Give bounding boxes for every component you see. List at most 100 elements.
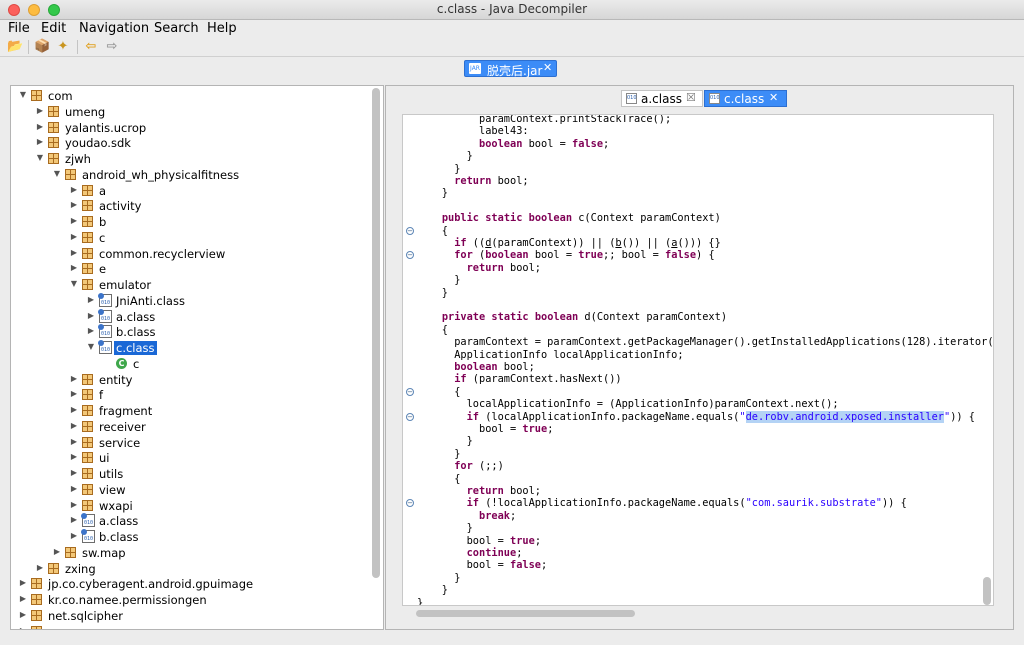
tree-item[interactable]: ▶ 010 a.class bbox=[11, 513, 371, 529]
tree-item[interactable]: ▶ jp.co.cyberagent.android.gpuimage bbox=[11, 576, 371, 592]
fold-toggle-icon[interactable]: − bbox=[406, 251, 414, 260]
menu-edit[interactable]: Edit bbox=[41, 21, 66, 36]
tree-item[interactable]: ▶ service bbox=[11, 435, 371, 451]
expand-arrow-icon[interactable]: ▶ bbox=[69, 500, 79, 510]
expand-arrow-icon[interactable]: ▶ bbox=[69, 200, 79, 210]
tree-item[interactable]: ▶ youdao.sdk bbox=[11, 135, 371, 151]
expand-arrow-icon[interactable]: ▶ bbox=[86, 295, 96, 305]
tree-item-label: zxing bbox=[65, 561, 96, 576]
expand-arrow-icon[interactable]: ▶ bbox=[69, 452, 79, 462]
tree-item[interactable]: ▶ a bbox=[11, 183, 371, 199]
open-type-icon[interactable]: 📦 bbox=[34, 39, 50, 55]
package-tree[interactable]: ▼ com ▶ umeng ▶ yalantis.ucrop ▶ youdao.sdk ▼ zjw… bbox=[10, 85, 384, 630]
expand-arrow-icon[interactable]: ▶ bbox=[18, 578, 28, 588]
open-type-hierarchy-icon[interactable]: ✦ bbox=[55, 39, 71, 55]
package-icon bbox=[82, 373, 93, 385]
tree-item[interactable]: ▶ view bbox=[11, 482, 371, 498]
tree-item[interactable]: ▶ sw.map bbox=[11, 545, 371, 561]
tree-item-label: fragment bbox=[99, 404, 153, 418]
expand-arrow-icon[interactable]: ▶ bbox=[69, 405, 79, 415]
tree-scrollbar[interactable] bbox=[372, 88, 380, 578]
tree-item[interactable]: ▶ kr.co.namee.permissiongen bbox=[11, 592, 371, 608]
expand-arrow-icon[interactable]: ▶ bbox=[18, 594, 28, 604]
forward-icon[interactable]: ⇨ bbox=[104, 39, 120, 55]
menu-navigation[interactable]: Navigation bbox=[79, 21, 149, 36]
tree-item[interactable]: ▶ zxing bbox=[11, 561, 371, 577]
tree-item[interactable]: Cc bbox=[11, 356, 371, 372]
expand-arrow-icon[interactable]: ▶ bbox=[69, 468, 79, 478]
tree-item[interactable]: ▶ 010 JniAnti.class bbox=[11, 292, 371, 309]
fold-toggle-icon[interactable]: − bbox=[406, 499, 414, 508]
expand-arrow-icon[interactable]: ▶ bbox=[69, 248, 79, 258]
expand-arrow-icon[interactable]: ▶ bbox=[86, 311, 96, 321]
expand-arrow-icon[interactable]: ▶ bbox=[69, 232, 79, 242]
tree-item[interactable]: ▼ 010 c.class bbox=[11, 340, 371, 356]
jar-tab[interactable]: JAR 脱壳后.jar ✕ bbox=[464, 60, 557, 78]
expand-arrow-icon[interactable]: ▶ bbox=[52, 547, 62, 557]
collapse-arrow-icon[interactable]: ▼ bbox=[18, 90, 28, 100]
expand-arrow-icon[interactable]: ▶ bbox=[18, 610, 28, 620]
tree-item[interactable]: ▶ net.sqlcipher bbox=[11, 608, 371, 624]
package-icon bbox=[82, 200, 93, 212]
expand-arrow-icon[interactable]: ▶ bbox=[35, 122, 45, 132]
expand-arrow-icon[interactable]: ▶ bbox=[69, 437, 79, 447]
expand-arrow-icon[interactable]: ▶ bbox=[69, 389, 79, 399]
expand-arrow-icon[interactable]: ▶ bbox=[69, 515, 79, 525]
close-icon[interactable]: ✕ bbox=[769, 91, 778, 104]
tree-item[interactable]: ▶ 010 b.class bbox=[11, 529, 371, 545]
expand-arrow-icon[interactable]: ▶ bbox=[69, 185, 79, 195]
tree-item[interactable]: ▶ 010 b.class bbox=[11, 324, 371, 340]
expand-arrow-icon[interactable]: ▶ bbox=[69, 216, 79, 226]
code-vertical-scrollbar[interactable] bbox=[983, 577, 991, 605]
tree-item[interactable]: ▼ emulator bbox=[11, 277, 371, 293]
expand-arrow-icon[interactable]: ▶ bbox=[69, 263, 79, 273]
tab-a-class[interactable]: 010 a.class ☒ bbox=[621, 90, 703, 107]
expand-arrow-icon[interactable]: ▶ bbox=[86, 326, 96, 336]
expand-arrow-icon[interactable]: ▶ bbox=[35, 137, 45, 147]
menu-file[interactable]: File bbox=[8, 21, 30, 36]
tree-item[interactable]: ▶ common.recyclerview bbox=[11, 246, 371, 262]
fold-toggle-icon[interactable]: − bbox=[406, 412, 414, 421]
tree-item[interactable]: ▶ entity bbox=[11, 372, 371, 388]
collapse-arrow-icon[interactable]: ▼ bbox=[52, 169, 62, 179]
menu-search[interactable]: Search bbox=[154, 21, 199, 36]
tree-item[interactable]: ▶ utils bbox=[11, 466, 371, 482]
expand-arrow-icon[interactable]: ▶ bbox=[35, 563, 45, 573]
open-file-icon[interactable]: 📂 bbox=[7, 39, 23, 55]
tree-item[interactable]: ▶ 010 a.class bbox=[11, 308, 371, 325]
tree-item[interactable]: ▶ wxapi bbox=[11, 498, 371, 514]
close-icon[interactable]: ✕ bbox=[543, 61, 552, 74]
expand-arrow-icon[interactable]: ▶ bbox=[18, 626, 28, 630]
tree-item[interactable]: ▶ fragment bbox=[11, 403, 371, 419]
expand-arrow-icon[interactable]: ▶ bbox=[69, 484, 79, 494]
expand-arrow-icon[interactable]: ▶ bbox=[69, 531, 79, 541]
package-icon bbox=[48, 105, 59, 117]
tree-item[interactable]: ▶ activity bbox=[11, 198, 371, 214]
expand-arrow-icon[interactable]: ▶ bbox=[69, 421, 79, 431]
close-icon[interactable]: ☒ bbox=[686, 91, 696, 104]
tree-item[interactable]: ▼ com bbox=[11, 88, 371, 104]
tree-item[interactable]: ▶ ui bbox=[11, 450, 371, 466]
source-code-view[interactable]: paramContext.printStackTrace(); label43:… bbox=[402, 114, 994, 606]
tab-c-class[interactable]: 010 c.class ✕ bbox=[704, 90, 787, 107]
collapse-arrow-icon[interactable]: ▼ bbox=[86, 342, 96, 352]
code-horizontal-scrollbar[interactable] bbox=[416, 610, 635, 617]
tree-item[interactable]: ▶ c bbox=[11, 230, 371, 246]
menu-help[interactable]: Help bbox=[207, 21, 237, 36]
tree-item[interactable]: ▶ yalantis.ucrop bbox=[11, 120, 371, 136]
expand-arrow-icon[interactable]: ▶ bbox=[69, 374, 79, 384]
tree-item[interactable]: ▶ e bbox=[11, 261, 371, 277]
fold-toggle-icon[interactable]: − bbox=[406, 226, 414, 235]
tree-item[interactable]: ▶ receiver bbox=[11, 419, 371, 435]
tree-item[interactable]: ▶ f bbox=[11, 387, 371, 403]
tree-item[interactable]: ▼ zjwh bbox=[11, 151, 371, 167]
collapse-arrow-icon[interactable]: ▼ bbox=[69, 279, 79, 289]
tree-item[interactable]: ▶ umeng bbox=[11, 104, 371, 120]
collapse-arrow-icon[interactable]: ▼ bbox=[35, 153, 45, 163]
expand-arrow-icon[interactable]: ▶ bbox=[35, 106, 45, 116]
tree-item[interactable]: ▼ android_wh_physicalfitness bbox=[11, 167, 371, 183]
fold-toggle-icon[interactable]: − bbox=[406, 387, 414, 396]
tree-item[interactable]: ▶ b bbox=[11, 214, 371, 230]
tree-item[interactable]: ▶ org bbox=[11, 624, 371, 630]
back-icon[interactable]: ⇦ bbox=[83, 39, 99, 55]
